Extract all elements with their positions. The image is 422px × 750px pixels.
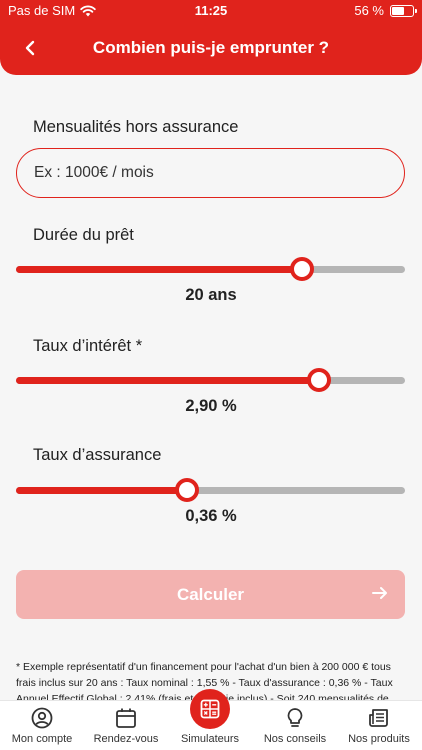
duration-slider[interactable] — [16, 257, 405, 281]
slider-fill — [16, 487, 188, 494]
interest-value: 2,90 % — [185, 397, 237, 415]
tab-label: Simulateurs — [180, 733, 240, 745]
slider-fill — [16, 266, 302, 273]
tab-active-circle — [190, 689, 230, 729]
duration-value: 20 ans — [185, 286, 237, 304]
page-title: Combien puis-je emprunter ? — [92, 38, 330, 57]
slider-thumb[interactable] — [289, 257, 314, 281]
battery-icon — [390, 4, 417, 17]
interest-slider[interactable] — [16, 368, 405, 392]
tab-nos-produits[interactable]: Nos produits — [337, 701, 421, 750]
interest-label: Taux d’intérêt * — [33, 337, 143, 355]
newspaper-icon — [369, 709, 388, 727]
tab-mon-compte[interactable]: Mon compte — [0, 701, 84, 750]
tab-label: Nos produits — [348, 733, 410, 745]
tab-label: Nos conseils — [263, 733, 327, 745]
insurance-value: 0,36 % — [185, 507, 237, 525]
lightbulb-icon — [287, 708, 303, 727]
calculator-icon — [200, 699, 220, 719]
status-right: 56 % — [354, 3, 417, 18]
insurance-slider[interactable] — [16, 478, 405, 502]
tab-label: Mon compte — [11, 733, 73, 745]
slider-thumb[interactable] — [175, 478, 200, 502]
slider-fill — [16, 377, 320, 384]
nav-bar: Combien puis-je emprunter ? — [0, 28, 422, 68]
tab-bar: Mon compte Rendez-vous Simulateurs Nos c… — [0, 689, 422, 750]
calendar-icon — [116, 708, 136, 728]
tab-simulateurs[interactable]: Simulateurs — [168, 689, 252, 750]
tab-label: Rendez-vous — [93, 733, 159, 745]
monthly-label: Mensualités hors assurance — [33, 118, 239, 136]
status-bar: Pas de SIM 11:25 56 % — [0, 0, 422, 22]
tab-nos-conseils[interactable]: Nos conseils — [253, 701, 337, 750]
tab-rendez-vous[interactable]: Rendez-vous — [84, 701, 168, 750]
monthly-input-box[interactable] — [16, 148, 405, 198]
arrow-right-icon — [372, 587, 387, 599]
app-header: Pas de SIM 11:25 56 % Combien puis-je em… — [0, 0, 422, 75]
slider-thumb[interactable] — [307, 368, 332, 392]
calculate-button[interactable]: Calculer — [16, 570, 405, 619]
insurance-label: Taux d’assurance — [33, 446, 162, 464]
duration-label: Durée du prêt — [33, 226, 134, 244]
battery-text: 56 % — [354, 3, 384, 18]
monthly-input[interactable] — [34, 164, 387, 182]
calculate-label: Calculer — [176, 584, 245, 604]
user-icon — [31, 707, 53, 729]
